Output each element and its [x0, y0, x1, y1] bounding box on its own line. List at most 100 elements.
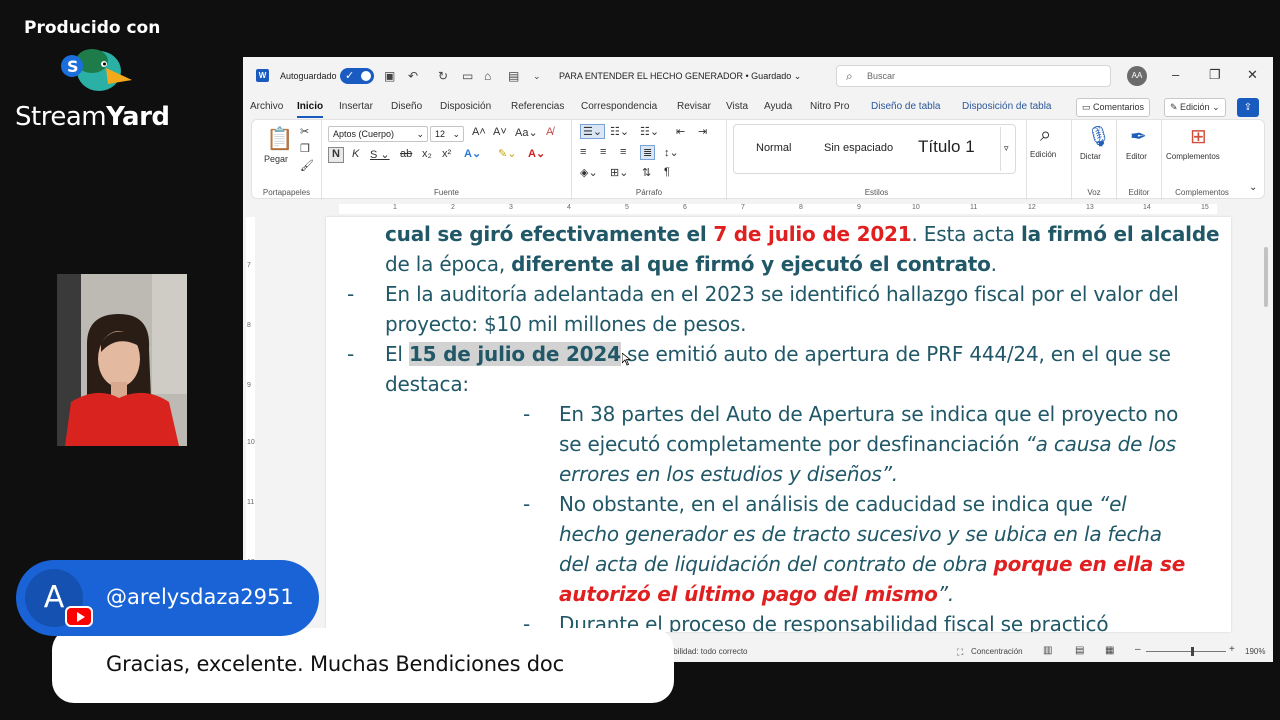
superscript-icon[interactable]: x²	[442, 148, 451, 160]
italic-icon[interactable]: K	[352, 148, 359, 160]
focus-mode-label[interactable]: Concentración	[971, 647, 1023, 656]
ruler-number: 1	[393, 204, 397, 211]
tab-revisar[interactable]: Revisar	[677, 101, 711, 112]
cut-icon[interactable]: ✂	[300, 125, 309, 138]
doc-line-1: cual se giró efectivamente el 7 de julio…	[385, 222, 1220, 246]
restore-icon[interactable]: ❐	[1209, 67, 1221, 83]
tab-ayuda[interactable]: Ayuda	[764, 101, 792, 112]
find-icon[interactable]: ⌕	[1040, 124, 1051, 147]
accessibility-status[interactable]: esibilidad: todo correcto	[663, 647, 748, 656]
multilevel-list-icon[interactable]: ☷⌄	[640, 125, 659, 138]
align-right-icon[interactable]: ≡	[620, 146, 626, 158]
customize-toolbar-icon[interactable]: ⌄	[533, 71, 541, 82]
minimize-icon[interactable]: –	[1172, 67, 1179, 82]
document-title[interactable]: PARA ENTENDER EL HECHO GENERADOR • Guard…	[559, 71, 801, 82]
web-layout-icon[interactable]: ▦	[1105, 645, 1114, 656]
addins-label[interactable]: Complementos	[1166, 152, 1220, 161]
sort-icon[interactable]: ⇅	[642, 166, 651, 179]
group-label-addins: Complementos	[1175, 188, 1229, 197]
zoom-level[interactable]: 190%	[1245, 647, 1265, 656]
microphone-icon[interactable]: 🎙	[1086, 124, 1111, 149]
editor-icon[interactable]: ✒	[1130, 124, 1147, 149]
tab-insertar[interactable]: Insertar	[339, 101, 373, 112]
collapse-ribbon-icon[interactable]: ⌄	[1249, 182, 1257, 193]
decrease-indent-icon[interactable]: ⇤	[676, 125, 685, 138]
justify-icon[interactable]: ≣	[640, 145, 656, 160]
line-spacing-icon[interactable]: ↕⌄	[664, 146, 679, 159]
document-page[interactable]: cual se giró efectivamente el 7 de julio…	[326, 217, 1231, 632]
addins-icon[interactable]: ⊞	[1190, 124, 1207, 149]
zoom-slider[interactable]	[1146, 651, 1226, 652]
tab-disposicion[interactable]: Disposición	[440, 101, 491, 112]
tab-inicio[interactable]: Inicio	[297, 101, 324, 118]
highlight-icon[interactable]: ✎⌄	[498, 147, 516, 160]
print-layout-icon[interactable]: ▤	[1075, 645, 1084, 656]
borders-icon[interactable]: ⊞⌄	[610, 166, 628, 179]
doc-line-12: del acta de liquidación del contrato de …	[559, 552, 1186, 576]
bullets-icon[interactable]: ☰⌄	[580, 124, 606, 139]
undo-icon[interactable]: ↶	[408, 69, 418, 83]
font-color-icon[interactable]: A⌄	[528, 147, 545, 160]
doc-line-13: autorizó el último pago del mismo”.	[559, 582, 954, 606]
tab-diseno[interactable]: Diseño	[391, 101, 422, 112]
format-painter-icon[interactable]: 🖌	[300, 159, 314, 172]
zoom-out-icon[interactable]: –	[1135, 644, 1141, 655]
tab-archivo[interactable]: Archivo	[250, 101, 283, 112]
tab-nitro-pro[interactable]: Nitro Pro	[810, 101, 849, 112]
paste-label[interactable]: Pegar	[264, 154, 288, 164]
word-titlebar: W Autoguardado ✓ ▣ ↶ ↻ ▭ ⌂ ▤ ⌄ PARA ENTE…	[243, 57, 1273, 95]
print-icon[interactable]: ▤	[508, 69, 519, 83]
copy-icon[interactable]: ❐	[300, 142, 310, 155]
group-styles: Normal Sin espaciado Título 1 ▿ Estilos	[727, 120, 1027, 200]
bold-icon[interactable]: N	[328, 147, 344, 163]
increase-indent-icon[interactable]: ⇥	[698, 125, 707, 138]
clear-format-icon[interactable]: A̸	[546, 126, 553, 138]
text-effects-icon[interactable]: A⌄	[464, 147, 481, 160]
comments-button[interactable]: ▭ Comentarios	[1076, 98, 1151, 117]
grow-font-icon[interactable]: A˄	[472, 126, 486, 138]
share-button[interactable]: ⇪	[1237, 98, 1259, 117]
strikethrough-icon[interactable]: ab	[400, 148, 412, 160]
show-marks-icon[interactable]: ¶	[664, 166, 670, 178]
underline-icon[interactable]: S ⌄	[370, 148, 390, 161]
zoom-in-icon[interactable]: +	[1229, 644, 1235, 655]
zoom-slider-thumb[interactable]	[1191, 647, 1194, 656]
user-avatar[interactable]: AA	[1127, 66, 1147, 86]
new-doc-icon[interactable]: ▭	[462, 69, 473, 83]
font-name-select[interactable]: Aptos (Cuerpo) ⌄	[328, 126, 428, 142]
align-left-icon[interactable]: ≡	[580, 146, 586, 158]
style-sin-espaciado[interactable]: Sin espaciado	[824, 142, 893, 154]
tab-vista[interactable]: Vista	[726, 101, 748, 112]
tab-correspondencia[interactable]: Correspondencia	[581, 101, 657, 112]
editing-mode-button[interactable]: ✎ Edición ⌄	[1164, 98, 1226, 117]
subscript-icon[interactable]: x₂	[422, 148, 432, 160]
paste-icon[interactable]: 📋	[266, 126, 293, 152]
close-icon[interactable]: ✕	[1247, 67, 1258, 83]
read-mode-icon[interactable]: ▥	[1043, 645, 1052, 656]
tab-referencias[interactable]: Referencias	[511, 101, 564, 112]
search-box[interactable]: ⌕ Buscar	[836, 65, 1111, 87]
redo-icon[interactable]: ↻	[438, 69, 448, 83]
open-folder-icon[interactable]: ⌂	[484, 69, 491, 83]
focus-icon[interactable]: ⛶	[957, 647, 963, 658]
save-icon[interactable]: ▣	[384, 69, 395, 83]
ruler-number: 14	[1143, 204, 1151, 211]
styles-expand-icon[interactable]: ▿	[1000, 127, 1014, 171]
editor-label[interactable]: Editor	[1126, 152, 1147, 161]
shrink-font-icon[interactable]: A˅	[493, 126, 507, 138]
style-normal[interactable]: Normal	[756, 142, 791, 154]
style-titulo-1[interactable]: Título 1	[918, 137, 975, 157]
dictate-label[interactable]: Dictar	[1080, 152, 1101, 161]
ruler-number: 9	[857, 204, 861, 211]
editing-label[interactable]: Edición	[1030, 150, 1056, 159]
scrollbar-thumb[interactable]	[1264, 247, 1268, 307]
vertical-scrollbar[interactable]	[1259, 217, 1273, 632]
numbering-icon[interactable]: ☷⌄	[610, 125, 629, 138]
align-center-icon[interactable]: ≡	[600, 146, 606, 158]
tab-diseno-tabla[interactable]: Diseño de tabla	[871, 101, 941, 112]
shading-icon[interactable]: ◈⌄	[580, 166, 598, 179]
change-case-icon[interactable]: Aa⌄	[515, 126, 538, 139]
tab-disposicion-tabla[interactable]: Disposición de tabla	[962, 101, 1052, 112]
autosave-toggle[interactable]: ✓	[340, 68, 374, 84]
font-size-select[interactable]: 12 ⌄	[430, 126, 464, 142]
